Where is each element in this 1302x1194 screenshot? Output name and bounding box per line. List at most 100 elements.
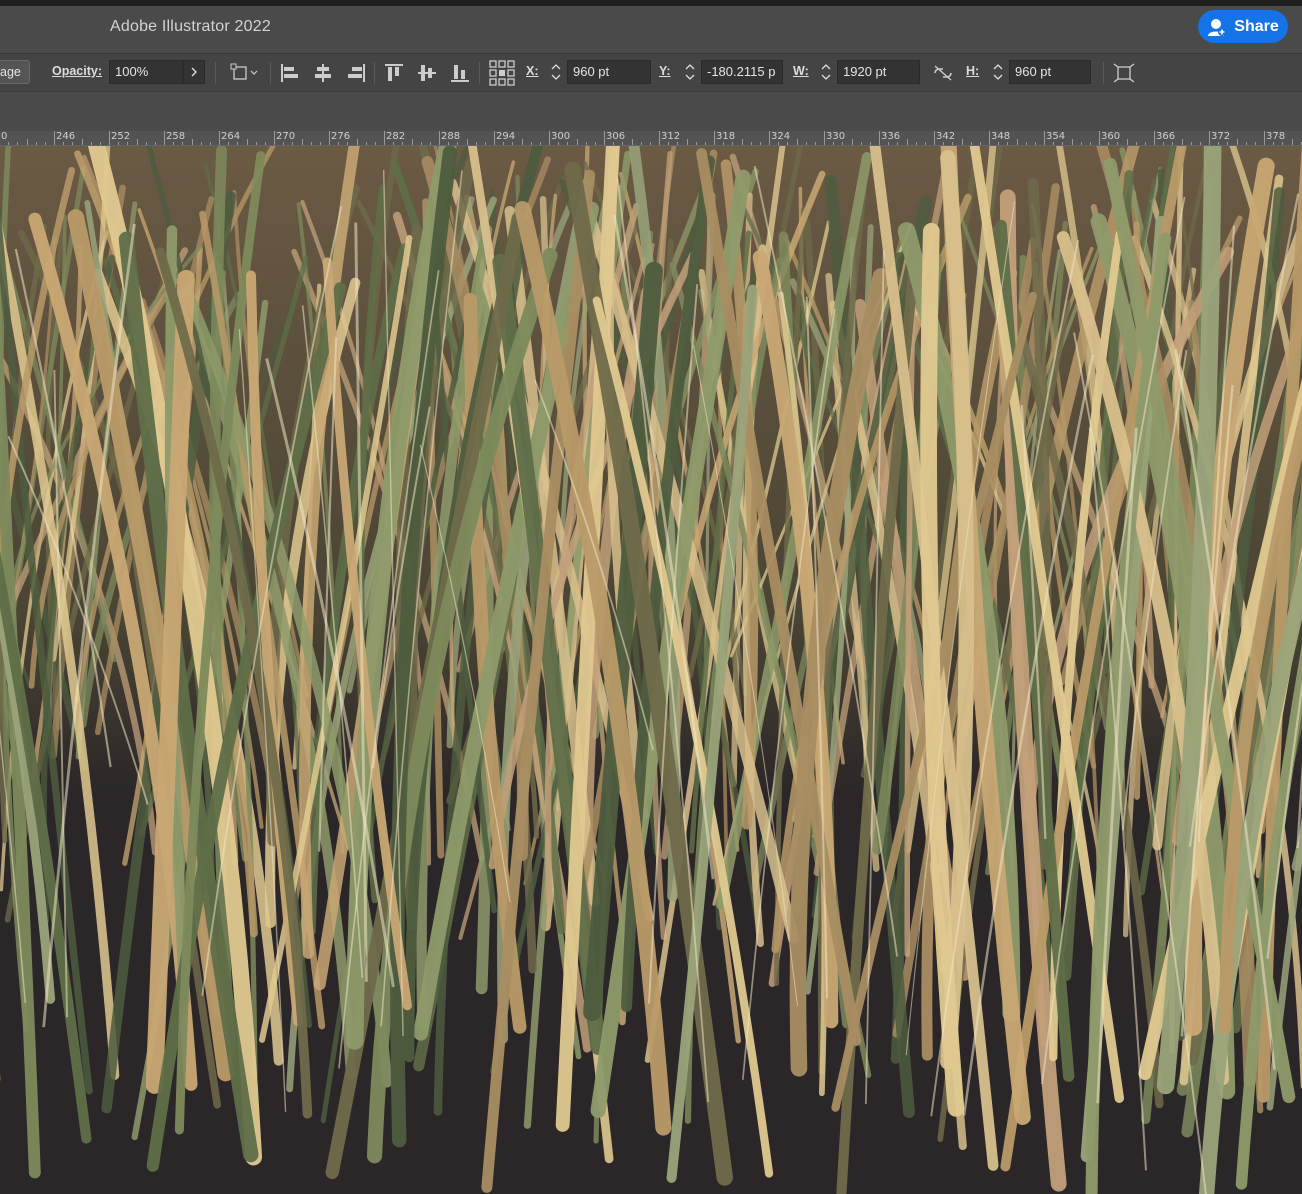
transform-reference-icon[interactable] <box>230 63 260 88</box>
align-top-icon[interactable] <box>384 63 404 88</box>
ruler-label: 366 <box>1156 131 1176 142</box>
reference-point-grid-icon[interactable] <box>489 60 515 91</box>
ruler-minor-tick <box>668 142 670 145</box>
ruler-minor-tick <box>26 139 28 145</box>
ruler-minor-tick <box>420 142 422 145</box>
y-input[interactable]: -180.2115 p <box>701 60 783 84</box>
ruler-minor-tick <box>833 142 835 145</box>
ruler-minor-tick <box>860 142 862 145</box>
ruler-minor-tick <box>356 139 358 145</box>
x-input[interactable]: 960 pt <box>567 60 651 84</box>
opacity-expand-button[interactable] <box>183 60 205 84</box>
ruler-minor-tick <box>1218 142 1220 145</box>
ruler-minor-tick <box>393 142 395 145</box>
chevron-right-icon <box>191 67 197 77</box>
align-right-icon[interactable] <box>346 63 366 88</box>
ruler-minor-tick <box>63 142 65 145</box>
ruler-minor-tick <box>998 142 1000 145</box>
ruler-minor-tick <box>1227 142 1229 145</box>
x-stepper-icon[interactable] <box>548 60 564 84</box>
ruler-minor-tick <box>530 142 532 145</box>
ruler-minor-tick <box>1071 139 1073 145</box>
artboard-canvas[interactable] <box>0 146 1302 1194</box>
ruler-minor-tick <box>402 142 404 145</box>
ruler-major-tick <box>659 131 660 145</box>
ruler-major-tick <box>934 131 935 145</box>
ruler-minor-tick <box>1236 139 1238 145</box>
ruler-minor-tick <box>1199 142 1201 145</box>
ruler-label: 288 <box>441 131 461 142</box>
ruler-minor-tick <box>970 142 972 145</box>
ruler-label: 0 <box>1 131 8 142</box>
opacity-input[interactable]: 100% <box>109 60 183 84</box>
ruler-minor-tick <box>613 142 615 145</box>
image-button[interactable]: age <box>0 60 30 84</box>
align-horizontal-center-icon[interactable] <box>313 63 333 88</box>
ruler-minor-tick <box>365 142 367 145</box>
ruler-major-tick <box>1154 131 1155 145</box>
ruler-major-tick <box>384 131 385 145</box>
ruler-major-tick <box>164 131 165 145</box>
h-input[interactable]: 960 pt <box>1009 60 1091 84</box>
ruler-minor-tick <box>1016 139 1018 145</box>
ruler-minor-tick <box>1025 142 1027 145</box>
ruler-minor-tick <box>732 142 734 145</box>
grass-artwork <box>0 146 1302 1194</box>
ruler-major-tick <box>109 131 110 145</box>
ruler-minor-tick <box>283 142 285 145</box>
ruler-label: 378 <box>1266 131 1286 142</box>
constrain-proportions-link-icon[interactable] <box>932 63 954 88</box>
ruler-minor-tick <box>1135 142 1137 145</box>
ruler-minor-tick <box>503 142 505 145</box>
x-value: 960 pt <box>573 64 610 79</box>
y-stepper-icon[interactable] <box>682 60 698 84</box>
ruler-major-tick <box>1209 131 1210 145</box>
ruler-minor-tick <box>979 142 981 145</box>
align-vertical-center-icon[interactable] <box>417 63 437 88</box>
ruler-minor-tick <box>961 139 963 145</box>
ruler-minor-tick <box>805 142 807 145</box>
ruler-minor-tick <box>1273 142 1275 145</box>
ruler-minor-tick <box>191 139 193 145</box>
ruler-minor-tick <box>246 139 248 145</box>
ruler-major-tick <box>439 131 440 145</box>
ruler-minor-tick <box>915 142 917 145</box>
ruler-minor-tick <box>686 139 688 145</box>
ruler-label: 306 <box>606 131 626 142</box>
ruler-label: 324 <box>771 131 791 142</box>
ruler-major-tick <box>879 131 880 145</box>
ruler-minor-tick <box>301 139 303 145</box>
w-input[interactable]: 1920 pt <box>837 60 920 84</box>
title-bar: Adobe Illustrator 2022 Share <box>0 0 1302 53</box>
ruler-label: 294 <box>496 131 516 142</box>
y-value: -180.2115 p <box>707 64 776 79</box>
ruler-minor-tick <box>649 142 651 145</box>
ruler-minor-tick <box>750 142 752 145</box>
w-stepper-icon[interactable] <box>818 60 834 84</box>
h-stepper-icon[interactable] <box>990 60 1006 84</box>
ruler-minor-tick <box>943 142 945 145</box>
ruler-minor-tick <box>924 142 926 145</box>
ruler-label: 330 <box>826 131 846 142</box>
ruler-label: 258 <box>166 131 186 142</box>
transform-panel-icon[interactable] <box>1113 63 1135 88</box>
ruler-label: 312 <box>661 131 681 142</box>
ruler-minor-tick <box>200 142 202 145</box>
ruler-minor-tick <box>869 142 871 145</box>
ruler-label: 342 <box>936 131 956 142</box>
ruler-minor-tick <box>347 142 349 145</box>
w-value: 1920 pt <box>843 64 887 79</box>
align-left-icon[interactable] <box>280 63 300 88</box>
ruler-minor-tick <box>448 142 450 145</box>
ruler-label: 252 <box>111 131 131 142</box>
ruler-minor-tick <box>81 139 83 145</box>
share-label: Share <box>1234 17 1279 35</box>
align-bottom-icon[interactable] <box>450 63 470 88</box>
ruler-minor-tick <box>897 142 899 145</box>
ruler-minor-tick <box>338 142 340 145</box>
h-label: H: <box>966 64 980 78</box>
w-label: W: <box>793 64 809 78</box>
ruler-minor-tick <box>539 142 541 145</box>
ruler-label: 246 <box>56 131 76 142</box>
share-button[interactable]: Share <box>1198 10 1288 43</box>
